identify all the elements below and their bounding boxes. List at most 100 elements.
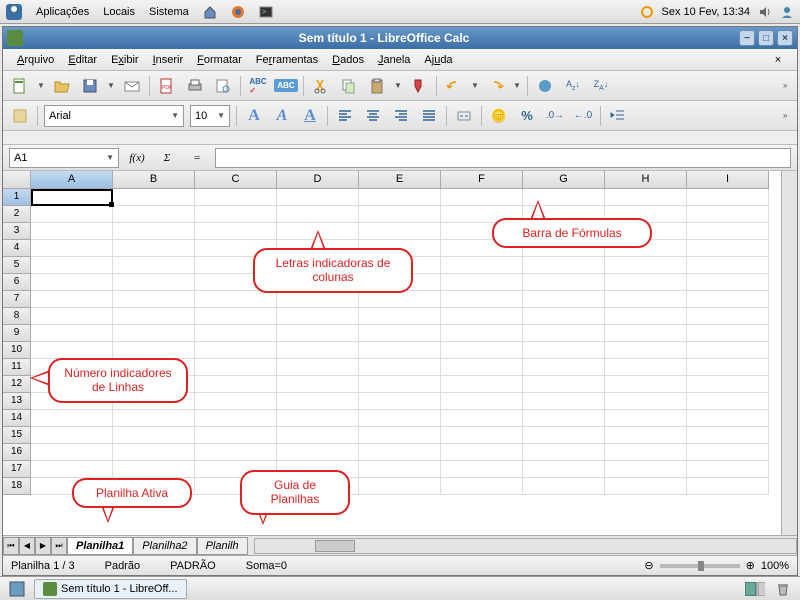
menu-ferramentas[interactable]: Ferramentas — [250, 52, 324, 68]
cell-B9[interactable] — [113, 325, 195, 342]
cell-I2[interactable] — [687, 206, 769, 223]
cell-F5[interactable] — [441, 257, 523, 274]
cell-I12[interactable] — [687, 376, 769, 393]
cell-I4[interactable] — [687, 240, 769, 257]
email-icon[interactable] — [121, 75, 143, 97]
autospell-icon[interactable]: ABC — [275, 75, 297, 97]
equals-button[interactable]: = — [185, 148, 209, 168]
cell-F9[interactable] — [441, 325, 523, 342]
menu-exibir[interactable]: Exibir — [105, 52, 145, 68]
cell-I14[interactable] — [687, 410, 769, 427]
spellcheck-icon[interactable]: ABC✓ — [247, 75, 269, 97]
sort-desc-icon[interactable]: ZA↓ — [590, 75, 612, 97]
cell-I7[interactable] — [687, 291, 769, 308]
cell-F14[interactable] — [441, 410, 523, 427]
font-name-combo[interactable]: Arial ▼ — [44, 105, 184, 127]
tab-nav-first[interactable]: ⏮ — [3, 537, 19, 555]
row-header-15[interactable]: 15 — [3, 427, 31, 444]
cell-G9[interactable] — [523, 325, 605, 342]
cell-G10[interactable] — [523, 342, 605, 359]
cell-E1[interactable] — [359, 189, 441, 206]
row-header-4[interactable]: 4 — [3, 240, 31, 257]
paste-dropdown[interactable]: ▼ — [394, 81, 402, 90]
cell-B17[interactable] — [113, 461, 195, 478]
cell-F11[interactable] — [441, 359, 523, 376]
remove-decimal-icon[interactable]: ←.0 — [572, 105, 594, 127]
tab-nav-prev[interactable]: ◀ — [19, 537, 35, 555]
cell-A14[interactable] — [31, 410, 113, 427]
cell-E3[interactable] — [359, 223, 441, 240]
cell-F6[interactable] — [441, 274, 523, 291]
formula-input[interactable] — [215, 148, 791, 168]
cell-G15[interactable] — [523, 427, 605, 444]
firefox-icon[interactable] — [231, 5, 245, 19]
cell-H14[interactable] — [605, 410, 687, 427]
cell-D7[interactable] — [277, 291, 359, 308]
cell-D16[interactable] — [277, 444, 359, 461]
cell-G7[interactable] — [523, 291, 605, 308]
cell-I3[interactable] — [687, 223, 769, 240]
sheet-tab-0[interactable]: Planilha1 — [67, 537, 133, 555]
align-justify-icon[interactable] — [418, 105, 440, 127]
row-header-11[interactable]: 11 — [3, 359, 31, 376]
cell-I9[interactable] — [687, 325, 769, 342]
cell-C13[interactable] — [195, 393, 277, 410]
show-desktop-icon[interactable] — [6, 578, 28, 600]
name-box[interactable]: A1 ▼ — [9, 148, 119, 168]
gnome-places-menu[interactable]: Locais — [103, 6, 135, 18]
cell-I1[interactable] — [687, 189, 769, 206]
row-header-6[interactable]: 6 — [3, 274, 31, 291]
home-icon[interactable] — [203, 5, 217, 19]
column-header-I[interactable]: I — [687, 171, 769, 189]
cell-D12[interactable] — [277, 376, 359, 393]
row-header-10[interactable]: 10 — [3, 342, 31, 359]
decrease-indent-icon[interactable] — [607, 105, 629, 127]
cell-E17[interactable] — [359, 461, 441, 478]
cell-F17[interactable] — [441, 461, 523, 478]
cell-E13[interactable] — [359, 393, 441, 410]
cell-H11[interactable] — [605, 359, 687, 376]
cell-G8[interactable] — [523, 308, 605, 325]
cell-B7[interactable] — [113, 291, 195, 308]
cell-H7[interactable] — [605, 291, 687, 308]
bold-icon[interactable]: A — [243, 105, 265, 127]
cell-H13[interactable] — [605, 393, 687, 410]
sheet-tab-1[interactable]: Planilha2 — [133, 537, 196, 555]
italic-icon[interactable]: A — [271, 105, 293, 127]
cell-D14[interactable] — [277, 410, 359, 427]
cell-F18[interactable] — [441, 478, 523, 495]
cell-E18[interactable] — [359, 478, 441, 495]
new-doc-dropdown[interactable]: ▼ — [37, 81, 45, 90]
row-header-14[interactable]: 14 — [3, 410, 31, 427]
workspace-switcher[interactable] — [744, 578, 766, 600]
cell-H15[interactable] — [605, 427, 687, 444]
cell-A5[interactable] — [31, 257, 113, 274]
cell-E7[interactable] — [359, 291, 441, 308]
row-header-7[interactable]: 7 — [3, 291, 31, 308]
add-decimal-icon[interactable]: .0→ — [544, 105, 566, 127]
cell-B6[interactable] — [113, 274, 195, 291]
cell-I5[interactable] — [687, 257, 769, 274]
cell-D8[interactable] — [277, 308, 359, 325]
cell-I17[interactable] — [687, 461, 769, 478]
cell-B2[interactable] — [113, 206, 195, 223]
cell-A7[interactable] — [31, 291, 113, 308]
cell-E10[interactable] — [359, 342, 441, 359]
underline-icon[interactable]: A — [299, 105, 321, 127]
cell-H6[interactable] — [605, 274, 687, 291]
print-preview-icon[interactable] — [212, 75, 234, 97]
gnome-system-menu[interactable]: Sistema — [149, 6, 189, 18]
cell-I18[interactable] — [687, 478, 769, 495]
horizontal-scrollbar[interactable] — [254, 538, 797, 554]
cell-F13[interactable] — [441, 393, 523, 410]
select-all-corner[interactable] — [3, 171, 31, 189]
update-icon[interactable] — [640, 5, 654, 19]
cell-B10[interactable] — [113, 342, 195, 359]
function-wizard-button[interactable]: f(x) — [125, 148, 149, 168]
row-header-8[interactable]: 8 — [3, 308, 31, 325]
cell-C2[interactable] — [195, 206, 277, 223]
row-header-1[interactable]: 1 — [3, 189, 31, 206]
cell-I11[interactable] — [687, 359, 769, 376]
column-header-C[interactable]: C — [195, 171, 277, 189]
menu-arquivo[interactable]: Arquivo — [11, 52, 60, 68]
